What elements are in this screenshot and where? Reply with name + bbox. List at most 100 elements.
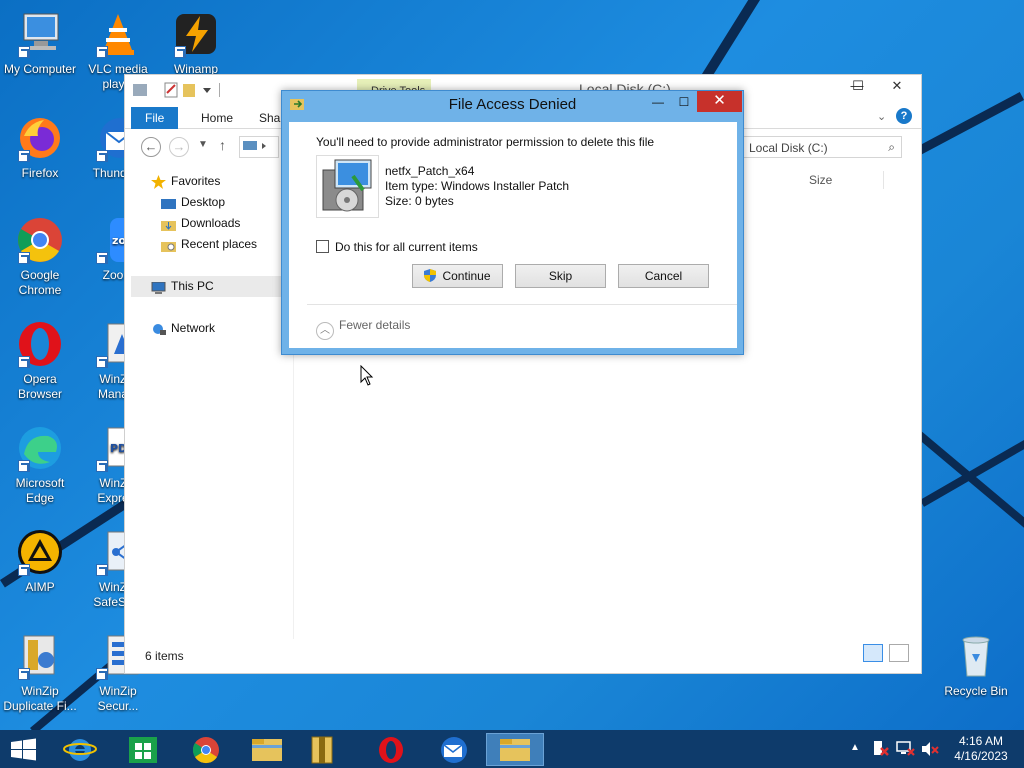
winamp-icon [172, 10, 220, 58]
details-view-icon[interactable] [862, 644, 883, 662]
clock-time: 4:16 AM [958, 734, 1004, 748]
tab-home[interactable]: Home [187, 107, 247, 129]
help-icon[interactable]: ? [896, 108, 912, 124]
folder-icon [500, 739, 530, 761]
desktop-icon-winamp[interactable]: Winamp [156, 10, 236, 77]
mouse-cursor-icon [360, 364, 374, 390]
pc-icon [243, 141, 266, 150]
address-bar[interactable] [239, 136, 279, 158]
downloads-folder-icon [161, 217, 176, 231]
dialog-minimize-button[interactable]: — [645, 93, 671, 113]
permission-message: You'll need to provide administrator per… [316, 135, 655, 149]
taskbar-file-explorer-active[interactable] [486, 733, 544, 766]
fewer-details-toggle[interactable]: ︿ Fewer details [316, 318, 410, 340]
quick-access-toolbar[interactable] [131, 81, 221, 99]
status-bar-item-count: 6 items [145, 649, 184, 663]
winzip-icon [311, 736, 333, 764]
recycle-bin-icon [952, 632, 1000, 680]
star-icon [151, 175, 166, 189]
network-icon [151, 322, 166, 335]
firefox-icon [16, 114, 64, 162]
apply-to-all-checkbox[interactable]: Do this for all current items [316, 240, 478, 254]
close-icon: ✕ [713, 92, 726, 109]
taskbar-thunderbird[interactable] [430, 733, 476, 766]
thunderbird-icon [441, 737, 467, 763]
nav-favorites[interactable]: Favorites [131, 171, 291, 192]
action-center-icon[interactable] [872, 740, 890, 768]
store-icon [129, 737, 157, 763]
dialog-close-button[interactable]: ✕ [697, 91, 742, 112]
checkbox-label: Do this for all current items [335, 240, 478, 254]
file-item-type: Item type: Windows Installer Patch [385, 179, 570, 193]
desktop-icon-aimp[interactable]: AIMP [0, 528, 80, 595]
nav-recent-places[interactable]: Recent places [131, 234, 291, 255]
show-hidden-icons[interactable]: ▲ [850, 742, 860, 768]
taskbar-ie[interactable] [57, 733, 103, 766]
windows-logo-icon [11, 738, 36, 761]
nav-network[interactable]: Network [131, 318, 291, 339]
taskbar: ▲ 4:16 AM 4/16/2023 [0, 730, 1024, 768]
opera-icon [16, 320, 64, 368]
taskbar-clock[interactable]: 4:16 AM 4/16/2023 [946, 734, 1016, 764]
forward-button[interactable]: → [169, 137, 189, 157]
skip-button[interactable]: Skip [515, 264, 606, 288]
column-divider [883, 171, 884, 189]
navigation-pane: Favorites Desktop Downloads Recent place… [131, 171, 291, 339]
close-icon[interactable]: ✕ [873, 75, 921, 97]
nav-desktop[interactable]: Desktop [131, 192, 291, 213]
quick-access-icons [133, 82, 220, 98]
recent-locations-icon[interactable]: ▼ [198, 139, 208, 150]
taskbar-chrome[interactable] [183, 733, 229, 766]
vlc-icon [94, 10, 142, 58]
recent-places-icon [161, 238, 176, 252]
desktop-icon-edge[interactable]: Microsoft Edge [0, 424, 80, 506]
uac-shield-icon [424, 267, 437, 282]
taskbar-store[interactable] [120, 733, 166, 766]
start-button[interactable] [0, 733, 46, 766]
opera-icon [379, 737, 403, 763]
taskbar-opera[interactable] [368, 733, 414, 766]
checkbox-box[interactable] [316, 240, 329, 253]
chrome-icon [192, 737, 219, 764]
desktop-icon-recycle-bin[interactable]: Recycle Bin [936, 632, 1016, 699]
folder-icon [252, 739, 282, 761]
network-tray-icon[interactable] [896, 740, 916, 768]
chevron-up-icon: ︿ [316, 322, 334, 340]
wallpaper-line [920, 430, 1024, 507]
back-button[interactable]: ← [141, 137, 161, 157]
nav-this-pc[interactable]: This PC [131, 276, 286, 297]
chevron-down-icon[interactable]: ⌄ [877, 110, 886, 123]
search-input[interactable]: Local Disk (C:) ⌕ [742, 136, 902, 158]
details-separator [307, 304, 737, 305]
tab-file[interactable]: File [131, 107, 179, 129]
file-size: Size: 0 bytes [385, 194, 454, 208]
search-icon: ⌕ [888, 140, 895, 154]
up-icon[interactable]: ↑ [219, 137, 226, 153]
desktop-folder-icon [161, 196, 176, 209]
desktop-icon-winzip-duplicate[interactable]: WinZip Duplicate Fi... [0, 632, 80, 714]
view-buttons [860, 644, 909, 665]
continue-button[interactable]: Continue [412, 264, 503, 288]
cancel-button[interactable]: Cancel [618, 264, 709, 288]
taskbar-winzip[interactable] [299, 733, 345, 766]
this-pc-icon [151, 280, 166, 294]
clock-date: 4/16/2023 [954, 749, 1008, 763]
column-header-size[interactable]: Size [809, 173, 832, 187]
dialog-maximize-button[interactable]: ☐ [671, 93, 697, 113]
large-icons-view-icon[interactable] [889, 644, 909, 662]
aimp-icon [16, 528, 64, 576]
desktop-icon-opera[interactable]: Opera Browser [0, 320, 80, 402]
taskbar-file-explorer[interactable] [244, 733, 290, 766]
file-access-denied-dialog[interactable]: File Access Denied — ☐ ✕ You'll need to … [281, 90, 744, 355]
internet-explorer-icon [63, 739, 97, 761]
file-info: netfx_Patch_x64 Item type: Windows Insta… [385, 164, 569, 209]
explorer-maximize-button[interactable]: ☐ [844, 75, 872, 97]
desktop-icon-firefox[interactable]: Firefox [0, 114, 80, 181]
desktop-icon-my-computer[interactable]: My Computer [0, 10, 80, 77]
desktop-icon-chrome[interactable]: Google Chrome [0, 216, 80, 298]
winzip-duplicate-icon [16, 632, 64, 680]
dialog-body: You'll need to provide administrator per… [289, 122, 737, 348]
volume-muted-icon[interactable] [920, 740, 940, 768]
file-name: netfx_Patch_x64 [385, 164, 475, 178]
nav-downloads[interactable]: Downloads [131, 213, 291, 234]
